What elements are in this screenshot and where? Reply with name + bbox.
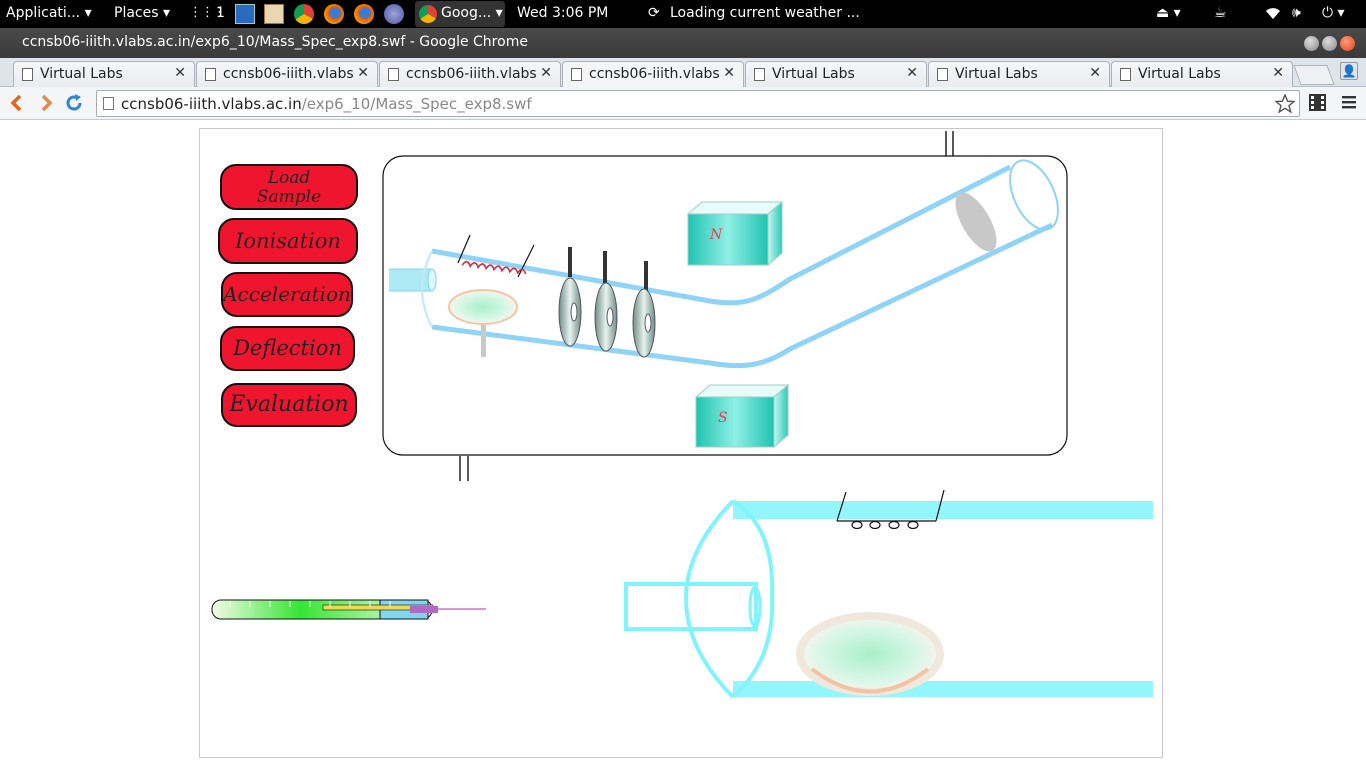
url-path: /exp6_10/Mass_Spec_exp8.swf [301,95,532,113]
magnet-south [694,383,790,449]
tab-virtual-labs-3[interactable]: Virtual Labs ✕ [928,61,1110,87]
tab-virtual-labs-1[interactable]: Virtual Labs ✕ [13,61,195,87]
magnet-south-label: S [718,410,728,426]
chrome-launcher-icon[interactable] [294,4,314,24]
sample-syringe [211,599,486,620]
page-icon [571,68,582,81]
applications-menu[interactable]: Applicati... ▾ [6,5,92,21]
chrome-task-label: Goog... [441,5,492,21]
power-icon[interactable]: ⏻ ▾ [1322,5,1345,21]
page-content: Load Sample Ionisation Acceleration Defl… [0,121,1366,768]
tab-label: Virtual Labs [40,66,123,82]
url-host: ccnsb06-iiith.vlabs.ac.in [121,95,302,113]
browser-toolbar: ccnsb06-iiith.vlabs.ac.in/exp6_10/Mass_S… [0,87,1366,120]
tab-virtual-labs-4[interactable]: Virtual Labs ✕ [1111,61,1293,87]
firefox-icon-1[interactable] [324,4,344,24]
firefox-icon-2[interactable] [354,4,374,24]
close-tab-icon[interactable]: ✕ [174,65,186,81]
close-tab-icon[interactable]: ✕ [1272,65,1284,81]
tab-label: ccnsb06-iiith.vlabs [223,66,353,82]
accelerating-plates [558,247,656,358]
wifi-icon[interactable] [1264,5,1282,25]
tab-ccnsb06-active[interactable]: ccnsb06-iiith.vlabs ✕ [562,61,744,87]
magnet-north-label: N [710,227,723,243]
maximize-button[interactable] [1322,36,1337,51]
close-window-button[interactable] [1340,36,1355,51]
tab-label: ccnsb06-iiith.vlabs [406,66,536,82]
forward-icon[interactable] [37,94,55,112]
weather-status[interactable]: Loading current weather ... [670,5,860,21]
magnet-north [686,200,784,267]
window-titlebar: ccnsb06-iiith.vlabs.ac.in/exp6_10/Mass_S… [0,28,1366,58]
coffee-icon[interactable]: ☕ [1214,5,1227,21]
mass-spectrometer-simulation[interactable]: Load Sample Ionisation Acceleration Defl… [199,128,1163,758]
volume-icon[interactable]: 🕪 [1292,5,1301,21]
back-icon[interactable] [8,94,26,112]
minimize-button[interactable] [1304,36,1319,51]
tab-label: ccnsb06-iiith.vlabs [589,66,719,82]
close-tab-icon[interactable]: ✕ [723,65,735,81]
reload-icon[interactable] [64,93,84,113]
tab-label: Virtual Labs [955,66,1038,82]
tab-label: Virtual Labs [1138,66,1221,82]
tab-ccnsb06-2[interactable]: ccnsb06-iiith.vlabs ✕ [379,61,561,87]
chrome-taskbar-item[interactable]: Goog... ▾ [415,1,505,27]
tab-label: Virtual Labs [772,66,855,82]
top-panel: Applicati... ▾ Places ▾ ⋮⋮⋮ 1 Goog... ▾ … [0,0,1366,28]
extension-icon[interactable] [1308,93,1327,112]
page-info-icon[interactable] [103,97,114,110]
profile-icon[interactable]: 👤 [1340,62,1358,80]
page-icon [1120,68,1131,81]
page-icon [937,68,948,81]
tab-virtual-labs-2[interactable]: Virtual Labs ✕ [745,61,927,87]
ionisation-chamber-detail [624,489,1153,699]
close-tab-icon[interactable]: ✕ [1089,65,1101,81]
page-icon [22,68,33,81]
new-tab-button[interactable] [1293,65,1335,85]
tab-ccnsb06-1[interactable]: ccnsb06-iiith.vlabs ✕ [196,61,378,87]
close-tab-icon[interactable]: ✕ [357,65,369,81]
window-title: ccnsb06-iiith.vlabs.ac.in/exp6_10/Mass_S… [22,34,528,50]
close-tab-icon[interactable]: ✕ [906,65,918,81]
desktop-icon[interactable] [235,4,255,24]
refresh-weather-icon[interactable]: ⟳ [648,5,660,21]
close-tab-icon[interactable]: ✕ [540,65,552,81]
sample-dish [448,289,518,325]
places-menu[interactable]: Places ▾ [114,5,170,21]
sample-inlet [389,268,433,292]
tab-strip: Virtual Labs ✕ ccnsb06-iiith.vlabs ✕ ccn… [0,58,1366,87]
spectrometer-diagram [211,131,1153,699]
chrome-icon [419,5,437,23]
bookmark-star-icon[interactable] [1275,94,1295,114]
page-icon [205,68,216,81]
clock[interactable]: Wed 3:06 PM [517,5,608,21]
file-manager-icon[interactable] [264,4,284,24]
app-launcher-icon[interactable] [384,4,404,24]
eject-icon[interactable]: ⏏ ▾ [1156,5,1181,21]
page-icon [754,68,765,81]
menu-icon[interactable] [1341,94,1357,110]
page-icon [388,68,399,81]
address-bar[interactable]: ccnsb06-iiith.vlabs.ac.in/exp6_10/Mass_S… [96,90,1300,117]
workspace-number[interactable]: 1 [216,5,225,21]
